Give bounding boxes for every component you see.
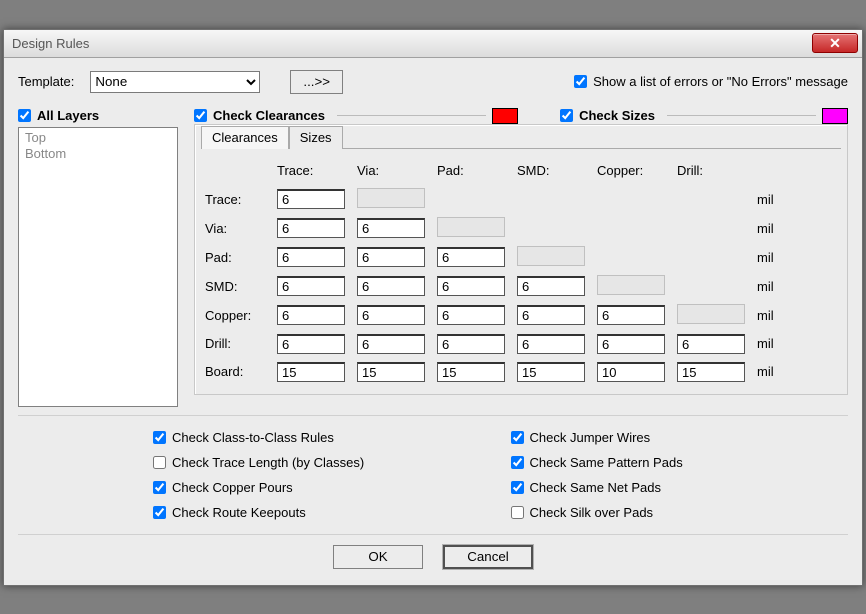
template-more-button[interactable]: ...>> [290,70,343,94]
sizes-color-swatch[interactable] [822,108,848,124]
check-sizes-input[interactable] [560,109,573,122]
clearance-via-1[interactable] [357,218,425,238]
clearance-pad-1[interactable] [357,247,425,267]
close-button[interactable]: ✕ [812,33,858,53]
layers-list[interactable]: Top Bottom [18,127,178,407]
disabled-cell [517,246,585,266]
clearance-drill-2[interactable] [437,334,505,354]
check-same-pattern-pads[interactable]: Check Same Pattern Pads [511,455,809,470]
all-layers-input[interactable] [18,109,31,122]
row-copper: Copper: [201,301,273,330]
check-silk-over-pads[interactable]: Check Silk over Pads [511,505,809,520]
clearance-board-1[interactable] [357,362,425,382]
check-clearances-label: Check Clearances [213,108,325,123]
window-title: Design Rules [12,36,812,51]
check-clearances-checkbox[interactable]: Check Clearances [194,108,325,123]
check-sizes-label: Check Sizes [579,108,655,123]
divider [337,115,486,116]
unit-label: mil [753,243,841,272]
disabled-cell [597,275,665,295]
check-trace-length[interactable]: Check Trace Length (by Classes) [153,455,451,470]
clearance-pad-0[interactable] [277,247,345,267]
clearance-smd-0[interactable] [277,276,345,296]
col-drill: Drill: [673,157,753,185]
unit-label: mil [753,214,841,243]
row-trace: Trace: [201,185,273,214]
row-smd: SMD: [201,272,273,301]
cancel-button[interactable]: Cancel [443,545,533,569]
clearances-color-swatch[interactable] [492,108,518,124]
clearance-smd-2[interactable] [437,276,505,296]
clearance-copper-0[interactable] [277,305,345,325]
check-jumper-wires[interactable]: Check Jumper Wires [511,430,809,445]
clearance-trace-0[interactable] [277,189,345,209]
check-same-net-pads[interactable]: Check Same Net Pads [511,480,809,495]
check-copper-pours[interactable]: Check Copper Pours [153,480,451,495]
clearance-board-5[interactable] [677,362,745,382]
show-errors-label: Show a list of errors or "No Errors" mes… [593,74,848,89]
layer-item[interactable]: Bottom [25,146,171,163]
clearance-drill-0[interactable] [277,334,345,354]
clearance-drill-4[interactable] [597,334,665,354]
tab-sizes[interactable]: Sizes [289,126,343,149]
row-board: Board: [201,358,273,386]
unit-label: mil [753,358,841,386]
row-via: Via: [201,214,273,243]
clearances-grid: Trace: Via: Pad: SMD: Copper: Drill: Tra… [201,157,841,386]
all-layers-label: All Layers [37,108,99,123]
check-route-keepouts[interactable]: Check Route Keepouts [153,505,451,520]
disabled-cell [437,217,505,237]
check-clearances-input[interactable] [194,109,207,122]
layer-item[interactable]: Top [25,130,171,147]
unit-label: mil [753,330,841,358]
all-layers-checkbox[interactable]: All Layers [18,108,186,123]
clearance-copper-1[interactable] [357,305,425,325]
clearance-smd-3[interactable] [517,276,585,296]
divider [667,115,816,116]
design-rules-dialog: Design Rules ✕ Template: None ...>> Show… [3,29,863,586]
ok-button[interactable]: OK [333,545,423,569]
tabs: Clearances Sizes [201,125,841,149]
clearance-board-0[interactable] [277,362,345,382]
clearance-drill-3[interactable] [517,334,585,354]
col-via: Via: [353,157,433,185]
clearance-via-0[interactable] [277,218,345,238]
clearance-copper-2[interactable] [437,305,505,325]
clearance-board-4[interactable] [597,362,665,382]
col-smd: SMD: [513,157,593,185]
titlebar: Design Rules ✕ [4,30,862,58]
clearance-drill-5[interactable] [677,334,745,354]
clearance-board-3[interactable] [517,362,585,382]
col-trace: Trace: [273,157,353,185]
clearance-pad-2[interactable] [437,247,505,267]
show-errors-checkbox[interactable]: Show a list of errors or "No Errors" mes… [574,74,848,89]
col-pad: Pad: [433,157,513,185]
unit-label: mil [753,301,841,330]
row-pad: Pad: [201,243,273,272]
show-errors-input[interactable] [574,75,587,88]
clearance-copper-4[interactable] [597,305,665,325]
col-copper: Copper: [593,157,673,185]
row-drill: Drill: [201,330,273,358]
clearance-smd-1[interactable] [357,276,425,296]
clearance-copper-3[interactable] [517,305,585,325]
unit-label: mil [753,272,841,301]
disabled-cell [677,304,745,324]
unit-label: mil [753,185,841,214]
template-label: Template: [18,74,74,89]
close-icon: ✕ [829,35,841,52]
template-combo[interactable]: None [90,71,260,93]
clearance-board-2[interactable] [437,362,505,382]
check-class-to-class[interactable]: Check Class-to-Class Rules [153,430,451,445]
tab-clearances[interactable]: Clearances [201,126,289,149]
clearance-drill-1[interactable] [357,334,425,354]
disabled-cell [357,188,425,208]
check-sizes-checkbox[interactable]: Check Sizes [560,108,655,123]
